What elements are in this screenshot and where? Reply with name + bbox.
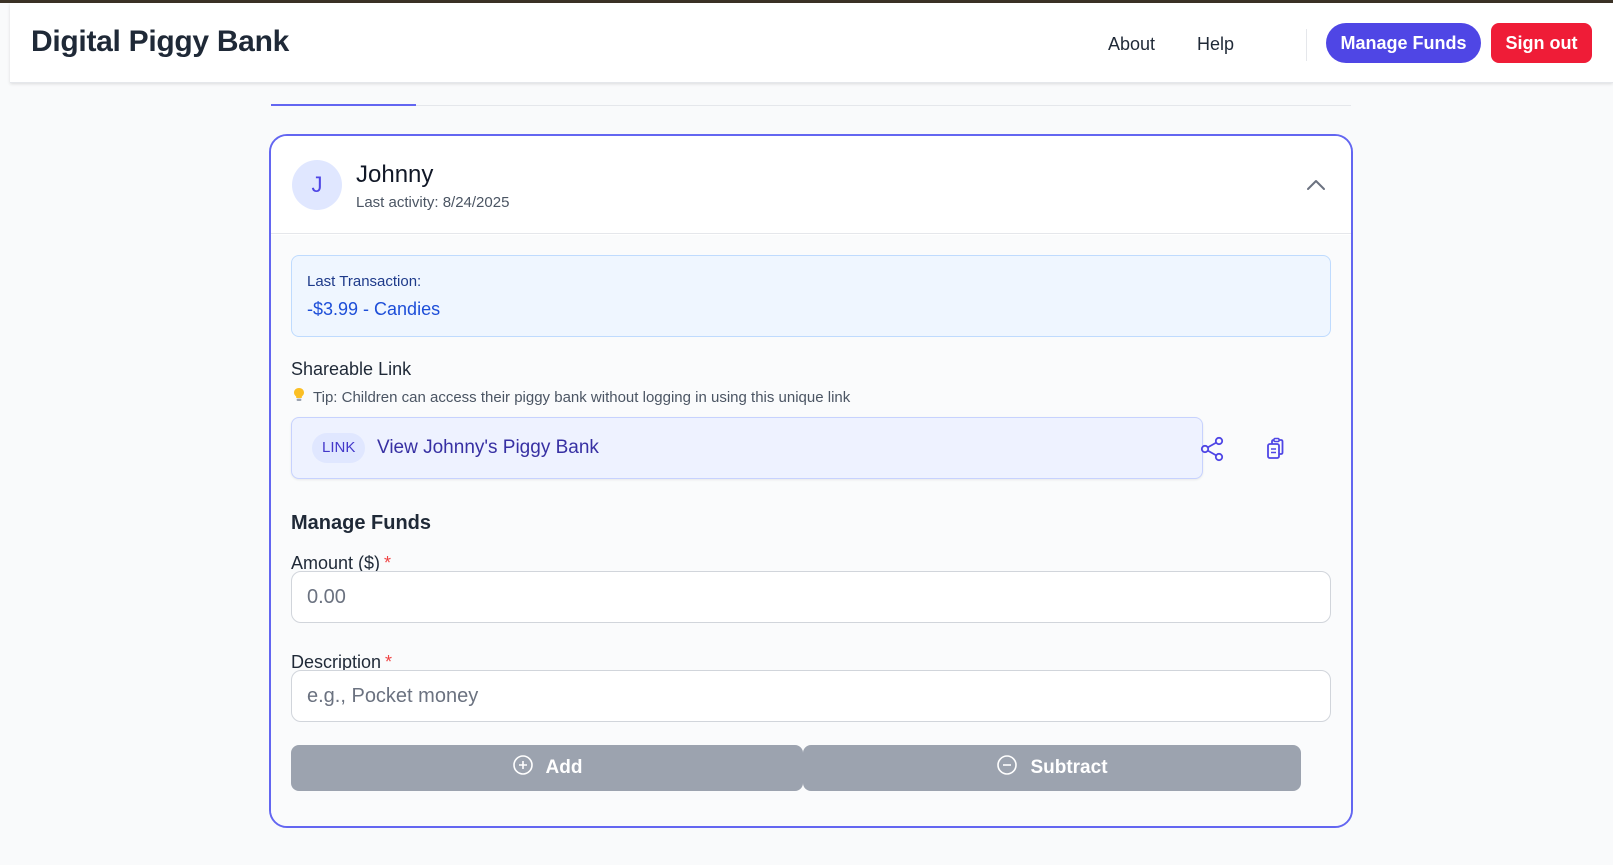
subtract-button-label: Subtract	[1030, 757, 1108, 778]
shareable-link-box[interactable]: LINK View Johnny's Piggy Bank	[291, 417, 1203, 479]
card-body: Last Transaction: -$3.99 - Candies Share…	[271, 235, 1351, 826]
active-tab-indicator	[271, 104, 416, 106]
amount-label-text: Amount ($)	[291, 553, 381, 573]
shareable-link-tip: Tip: Children can access their piggy ban…	[293, 387, 850, 406]
nav-about-link[interactable]: About	[1108, 34, 1155, 55]
subtract-button[interactable]: Subtract	[803, 745, 1301, 791]
avatar: J	[292, 160, 342, 210]
plus-circle-icon	[512, 754, 534, 782]
chevron-up-icon[interactable]	[1303, 172, 1329, 198]
card-header[interactable]: J Johnny Last activity: 8/24/2025	[271, 136, 1351, 234]
last-activity-text: Last activity: 8/24/2025	[356, 194, 510, 211]
copy-icon[interactable]	[1257, 431, 1293, 467]
manage-funds-button[interactable]: Manage Funds	[1326, 23, 1481, 63]
sign-out-button[interactable]: Sign out	[1491, 23, 1592, 63]
last-transaction-box: Last Transaction: -$3.99 - Candies	[291, 255, 1331, 337]
add-button[interactable]: Add	[291, 745, 803, 791]
app-brand[interactable]: Digital Piggy Bank	[31, 25, 289, 59]
share-icon[interactable]	[1194, 431, 1230, 467]
tabs-underline	[271, 105, 1351, 106]
description-label-text: Description	[291, 652, 382, 672]
required-mark: *	[384, 553, 392, 573]
app-header: Digital Piggy Bank About Help Manage Fun…	[10, 3, 1613, 83]
required-mark: *	[385, 652, 393, 672]
child-account-card: J Johnny Last activity: 8/24/2025 Last T…	[269, 134, 1353, 828]
minus-circle-icon	[996, 754, 1018, 782]
lightbulb-icon	[293, 387, 307, 406]
manage-funds-title: Manage Funds	[291, 512, 432, 534]
last-transaction-value: -$3.99 - Candies	[307, 299, 441, 319]
amount-input[interactable]	[291, 571, 1331, 623]
tip-text: Tip: Children can access their piggy ban…	[313, 389, 851, 406]
view-piggy-bank-link[interactable]: View Johnny's Piggy Bank	[377, 437, 599, 459]
nav-divider	[1306, 29, 1307, 61]
nav-help-link[interactable]: Help	[1197, 34, 1234, 55]
add-button-label: Add	[545, 757, 583, 778]
last-transaction-label: Last Transaction:	[307, 273, 422, 290]
link-badge: LINK	[312, 433, 366, 463]
description-input[interactable]	[291, 670, 1331, 722]
child-name: Johnny	[356, 161, 434, 188]
shareable-link-title: Shareable Link	[291, 359, 412, 379]
